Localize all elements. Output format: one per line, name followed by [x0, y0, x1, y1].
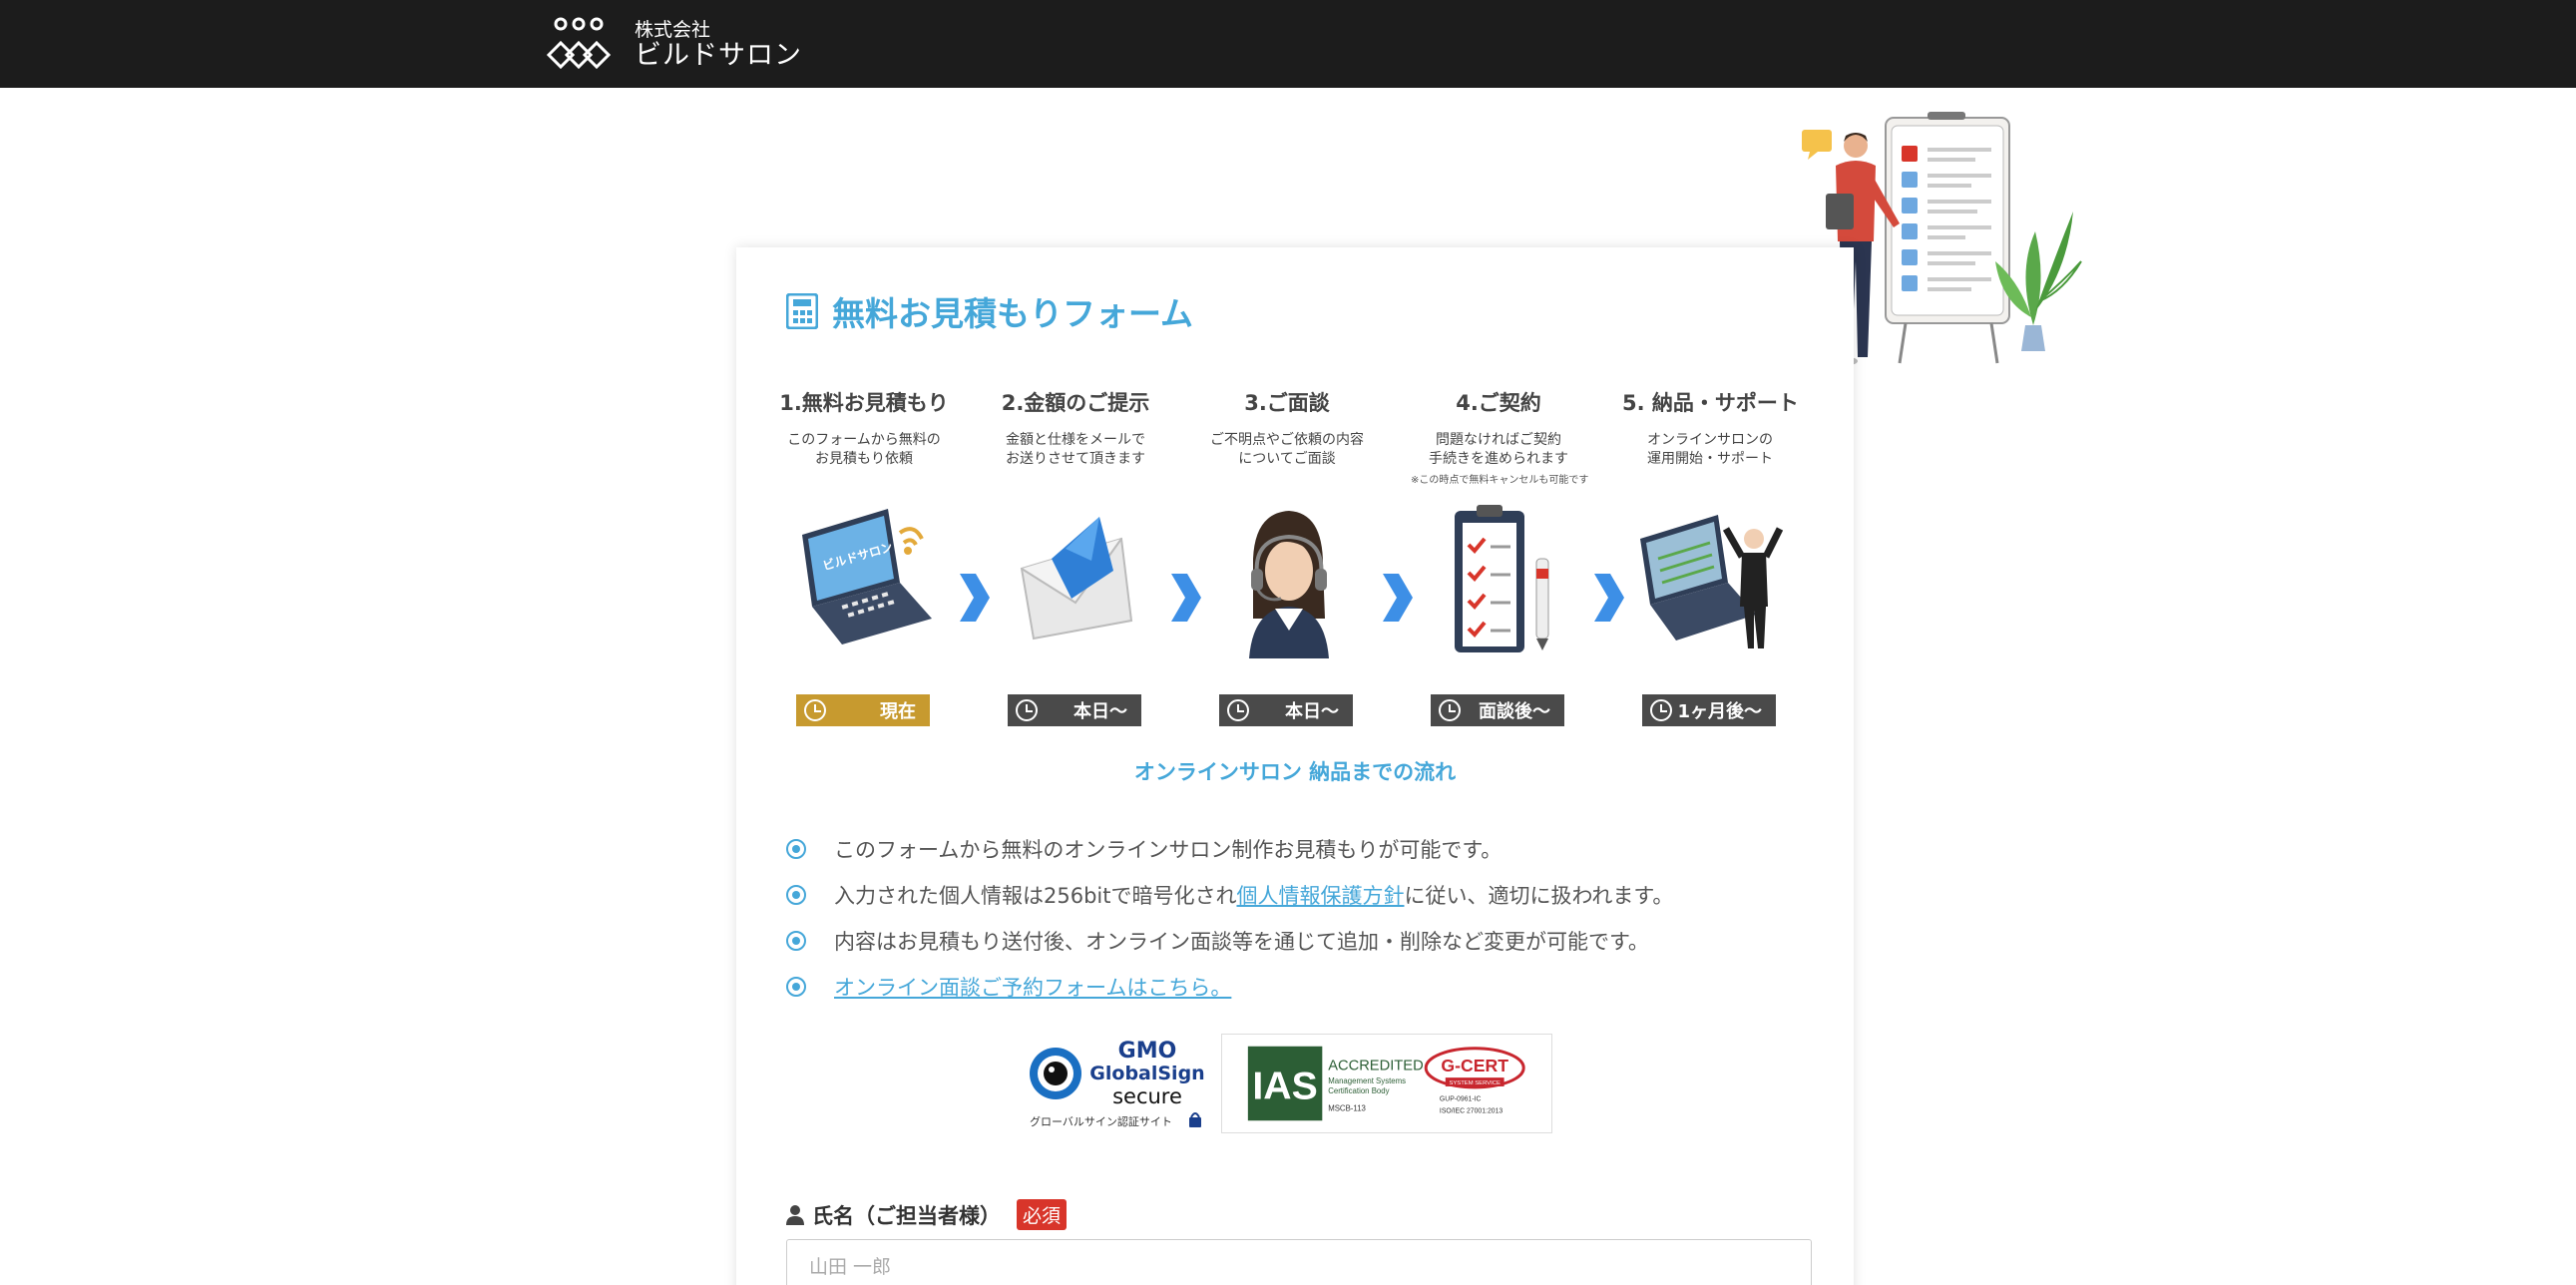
step-description: 金額と仕様をメールで お送りさせて頂きます: [1006, 432, 1145, 467]
company-name: ビルドサロン: [635, 39, 802, 71]
globalsign-seal[interactable]: GMO GlobalSign secure グローバルサイン認証サイト: [1026, 1034, 1209, 1133]
bullet-icon: [786, 839, 806, 859]
flow-caption: オンラインサロン 納品までの流れ: [1133, 760, 1457, 784]
step-description: このフォームから無料の お見積もり依頼: [787, 432, 941, 467]
info-bullet-list: このフォームから無料のオンラインサロン制作お見積もりが可能です。 入力された個人…: [786, 826, 1824, 1010]
globalsign-secure: secure: [1112, 1084, 1182, 1108]
step-timing-badge: 面談後〜: [1431, 694, 1564, 726]
step-title: 5. 納品・サポート: [1622, 391, 1799, 415]
globalsign-name: GlobalSign: [1089, 1063, 1204, 1084]
bullet-text: このフォームから無料のオンラインサロン制作お見積もりが可能です。: [834, 838, 1503, 862]
step-description: 問題なければご契約 手続きを進められます: [1429, 432, 1568, 467]
name-input[interactable]: [786, 1239, 1812, 1285]
step-timing-badge: 本日〜: [1219, 694, 1353, 726]
step-title: 3.ご面談: [1244, 391, 1330, 415]
ias-accredited: ACCREDITED: [1328, 1058, 1423, 1073]
gcert-code1: GUP-0961-IC: [1440, 1096, 1482, 1103]
globalsign-caption: グローバルサイン認証サイト: [1030, 1114, 1172, 1128]
privacy-policy-link[interactable]: 個人情報保護方針: [1236, 880, 1404, 910]
step-description: オンラインサロンの 運用開始・サポート: [1647, 432, 1773, 467]
laptop-form-icon: ビルドサロン お見積もりフォーム: [802, 508, 938, 644]
list-item: 内容はお見積もり送付後、オンライン面談等を通じて追加・削除など変更が可能です。: [786, 918, 1824, 964]
bullet-icon: [786, 977, 806, 997]
step-timing-text: 現在: [880, 701, 916, 722]
operator-headset-icon: [1249, 511, 1329, 658]
process-steps: 1.無料お見積もり このフォームから無料の お見積もり依頼 ビルドサロン お見積…: [776, 387, 1834, 746]
gcert-code2: ISO/IEC 27001:2013: [1440, 1107, 1503, 1114]
required-badge: 必須: [1017, 1199, 1068, 1230]
step-estimate: 1.無料お見積もり このフォームから無料の お見積もり依頼 ビルドサロン お見積…: [776, 387, 952, 726]
chevron-right-icon: [1171, 574, 1201, 622]
mail-icon: [1020, 517, 1133, 641]
step-timing-text: 本日〜: [1073, 701, 1127, 722]
estimate-form-card: 無料お見積もりフォーム 1.無料お見積もり このフォームから無料の お見積もり依…: [736, 247, 1854, 1285]
step-timing-text: 本日〜: [1285, 701, 1339, 722]
clock-icon: [1016, 699, 1038, 721]
company-logo[interactable]: 株式会社 ビルドサロン: [547, 10, 802, 80]
name-field-label: 氏名（ご担当者様） 必須: [786, 1199, 1068, 1230]
step-delivery: 5. 納品・サポート オンラインサロンの 運用開始・サポート 1ヶ月後〜: [1622, 387, 1799, 726]
form-title: 無料お見積もりフォーム: [786, 287, 1193, 335]
calculator-icon: [786, 293, 818, 329]
clock-icon: [1650, 699, 1672, 721]
list-item: このフォームから無料のオンラインサロン制作お見積もりが可能です。: [786, 826, 1824, 872]
bullet-text: に従い、適切に扱われます。: [1404, 884, 1674, 908]
bullet-text: 入力された個人情報は256bitで暗号化され: [834, 884, 1237, 908]
bullet-text: 内容はお見積もり送付後、オンライン面談等を通じて追加・削除など変更が可能です。: [834, 930, 1649, 954]
gcert-service: SYSTEM SERVICE: [1449, 1080, 1501, 1086]
step-timing-text: 面談後〜: [1479, 701, 1550, 722]
list-item: オンライン面談ご予約フォームはこちら。: [786, 964, 1824, 1010]
step-title: 4.ご契約: [1456, 391, 1541, 415]
chevron-right-icon: [960, 574, 990, 622]
security-seals: GMO GlobalSign secure グローバルサイン認証サイト IAS …: [1026, 1034, 1552, 1133]
ias-code: MSCB-113: [1328, 1103, 1366, 1112]
step-timing-badge: 本日〜: [1008, 694, 1141, 726]
step-timing-badge: 現在: [796, 694, 930, 726]
step-timing-text: 1ヶ月後〜: [1677, 701, 1762, 722]
step-contract: 4.ご契約 問題なければご契約 手続きを進められます ※この時点で無料キャンセル…: [1411, 387, 1589, 726]
bullet-icon: [786, 931, 806, 951]
online-meeting-booking-link[interactable]: オンライン面談ご予約フォームはこちら。: [834, 972, 1231, 1002]
bullet-icon: [786, 885, 806, 905]
name-field-label-text: 氏名（ご担当者様）: [812, 1203, 1001, 1228]
logo-mark-icon: [547, 17, 612, 70]
gcert-logo-text: G-CERT: [1441, 1056, 1508, 1075]
user-icon: [786, 1204, 804, 1225]
step-title: 1.無料お見積もり: [779, 391, 949, 415]
globalsign-gmo: GMO: [1118, 1039, 1177, 1064]
step-quote: 2.金額のご提示 金額と仕様をメールで お送りさせて頂きます 本日〜: [988, 387, 1163, 726]
step-timing-badge: 1ヶ月後〜: [1642, 694, 1776, 726]
ias-line3: Certification Body: [1328, 1086, 1389, 1095]
step-description: ご不明点やご依頼の内容 についてご面談: [1210, 432, 1364, 467]
ias-logo-text: IAS: [1252, 1066, 1317, 1108]
clock-icon: [1439, 699, 1461, 721]
clipboard-checklist-icon: [1455, 505, 1549, 652]
clock-icon: [1227, 699, 1249, 721]
laptop-success-icon: [1640, 515, 1784, 648]
step-meeting: 3.ご面談 ご不明点やご依頼の内容 についてご面談 本日〜: [1199, 387, 1375, 726]
ias-line2: Management Systems: [1328, 1076, 1406, 1085]
clock-icon: [804, 699, 826, 721]
form-title-text: 無料お見積もりフォーム: [832, 294, 1194, 333]
chevron-right-icon: [1383, 574, 1413, 622]
ias-gcert-seal[interactable]: IAS ACCREDITED Management Systems Certif…: [1221, 1034, 1552, 1133]
step-title: 2.金額のご提示: [1001, 391, 1150, 415]
step-note: ※この時点で無料キャンセルも可能です: [1411, 475, 1589, 486]
site-header: 株式会社 ビルドサロン: [0, 0, 2576, 88]
chevron-right-icon: [1594, 574, 1624, 622]
company-prefix: 株式会社: [635, 18, 711, 41]
list-item: 入力された個人情報は256bitで暗号化され 個人情報保護方針 に従い、適切に扱われ…: [786, 872, 1824, 918]
